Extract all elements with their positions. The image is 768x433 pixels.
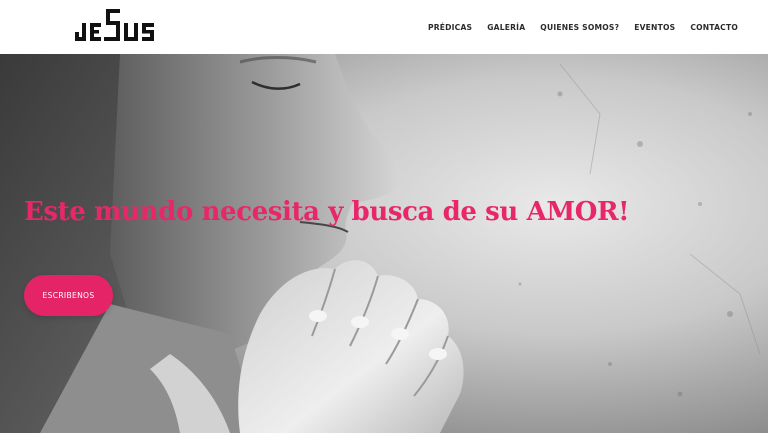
logo-text: JESUS <box>72 48 73 49</box>
hero-section: Este mundo necesita y busca de su AMOR! … <box>0 54 768 433</box>
hero-headline: Este mundo necesita y busca de su AMOR! <box>24 197 630 227</box>
nav-item-eventos[interactable]: EVENTOS <box>634 23 675 32</box>
jesus-logo-icon <box>75 9 154 41</box>
nav-item-predicas[interactable]: PRÉDICAS <box>428 23 472 32</box>
main-nav: PRÉDICAS GALERÍA QUIENES SOMOS? EVENTOS … <box>428 0 738 54</box>
nav-item-galeria[interactable]: GALERÍA <box>487 23 525 32</box>
hero-background-image <box>0 54 768 433</box>
nav-item-contacto[interactable]: CONTACTO <box>690 23 738 32</box>
site-logo[interactable]: JESUS <box>72 6 156 48</box>
nav-item-quienes-somos[interactable]: QUIENES SOMOS? <box>540 23 619 32</box>
contact-cta-button[interactable]: ESCRIBENOS <box>24 275 113 316</box>
site-header: JESUS PRÉDICAS GALERÍA QUIENES SOMOS? EV… <box>0 0 768 54</box>
